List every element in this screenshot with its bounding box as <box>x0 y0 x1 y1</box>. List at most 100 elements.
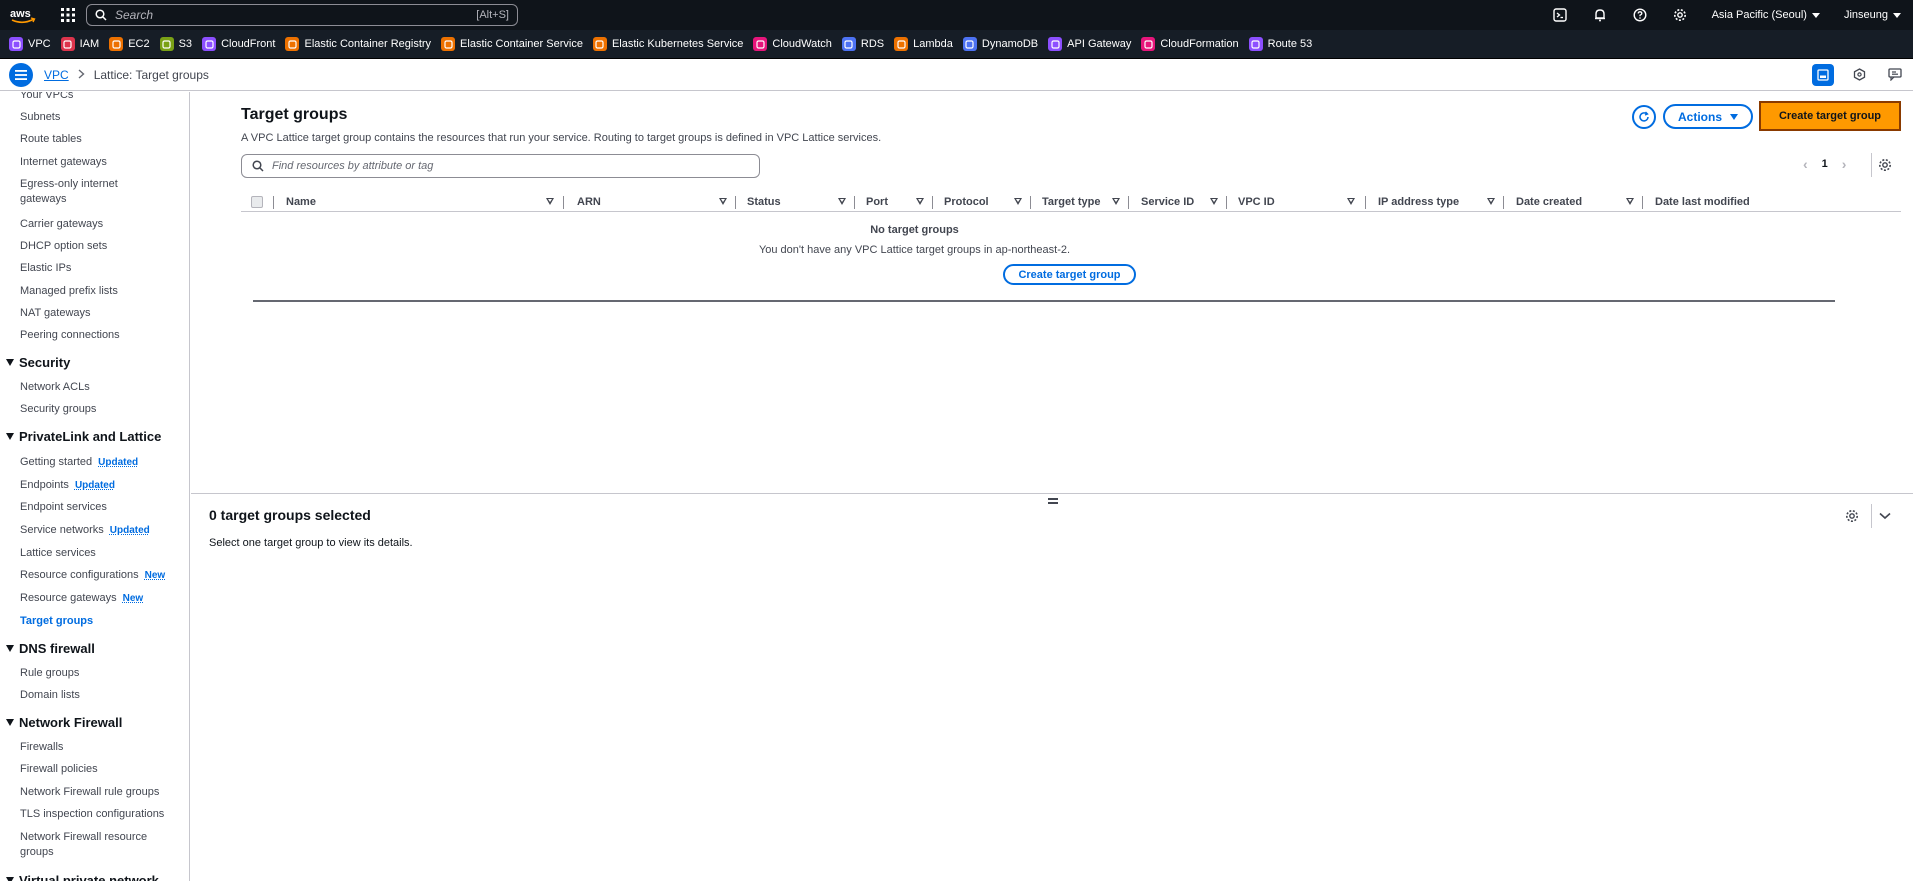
sort-icon[interactable] <box>546 198 554 205</box>
nav-item-route-tables[interactable]: Route tables <box>20 132 82 147</box>
nav-item-getting-started[interactable]: Getting started Updated <box>20 455 138 470</box>
column-header-port[interactable]: Port <box>866 192 888 212</box>
nav-item-nat-gateways[interactable]: NAT gateways <box>20 306 91 321</box>
column-header-target-type[interactable]: Target type <box>1042 192 1100 212</box>
region-selector[interactable]: Asia Pacific (Seoul) <box>1700 9 1832 21</box>
nav-item-target-groups[interactable]: Target groups <box>20 614 93 629</box>
account-menu[interactable]: Jinseung <box>1832 9 1913 21</box>
column-resizer[interactable] <box>1030 196 1031 209</box>
column-resizer[interactable] <box>932 196 933 209</box>
column-resizer[interactable] <box>1128 196 1129 209</box>
nav-section-dns-firewall[interactable]: DNS firewall <box>6 641 95 656</box>
table-preferences-gear-icon[interactable] <box>1871 153 1897 177</box>
sort-icon[interactable] <box>1112 198 1120 205</box>
split-panel-resize-handle[interactable] <box>1048 498 1058 504</box>
aws-logo[interactable]: aws <box>0 0 46 30</box>
empty-create-target-group-button[interactable]: Create target group <box>1003 264 1136 285</box>
search-input[interactable] <box>115 8 469 22</box>
sort-icon[interactable] <box>1014 198 1022 205</box>
nav-item-egress-only-internet-gateways[interactable]: Egress-only internet gateways <box>20 177 160 207</box>
sort-icon[interactable] <box>1626 198 1634 205</box>
favorite-cloudfront[interactable]: CloudFront <box>202 37 281 51</box>
nav-item-subnets[interactable]: Subnets <box>20 110 60 125</box>
nav-item-resource-configurations[interactable]: Resource configurations New <box>20 568 165 583</box>
favorite-elastic-container-registry[interactable]: Elastic Container Registry <box>285 37 437 51</box>
column-header-vpc-id[interactable]: VPC ID <box>1238 192 1275 212</box>
column-header-arn[interactable]: ARN <box>577 192 601 212</box>
favorite-dynamodb[interactable]: DynamoDB <box>962 37 1044 51</box>
favorite-elastic-container-service[interactable]: Elastic Container Service <box>441 37 589 51</box>
nav-section-virtual-private-network[interactable]: Virtual private network <box>6 873 159 881</box>
split-panel-toggle[interactable] <box>1805 59 1841 91</box>
breadcrumb-vpc-link[interactable]: VPC <box>44 68 69 82</box>
nav-section-security[interactable]: Security <box>6 355 70 370</box>
nav-item-network-acls[interactable]: Network ACLs <box>20 380 90 395</box>
nav-item-your-vpcs[interactable]: Your VPCs <box>20 92 73 103</box>
column-resizer[interactable] <box>1642 196 1643 209</box>
nav-item-domain-lists[interactable]: Domain lists <box>20 688 80 703</box>
cloudshell-icon[interactable] <box>1540 0 1580 30</box>
sort-icon[interactable] <box>1210 198 1218 205</box>
column-header-name[interactable]: Name <box>286 192 316 212</box>
column-header-date-created[interactable]: Date created <box>1516 192 1582 212</box>
nav-item-elastic-ips[interactable]: Elastic IPs <box>20 261 71 276</box>
nav-section-network-firewall[interactable]: Network Firewall <box>6 715 122 730</box>
favorite-lambda[interactable]: Lambda <box>894 37 959 51</box>
sort-icon[interactable] <box>719 198 727 205</box>
nav-item-endpoints[interactable]: Endpoints Updated <box>20 478 115 493</box>
global-search[interactable]: [Alt+S] <box>86 4 518 26</box>
nav-item-dhcp-option-sets[interactable]: DHCP option sets <box>20 239 107 254</box>
refresh-button[interactable] <box>1632 105 1656 129</box>
nav-item-firewalls[interactable]: Firewalls <box>20 740 63 755</box>
sort-icon[interactable] <box>916 198 924 205</box>
column-header-service-id[interactable]: Service ID <box>1141 192 1194 212</box>
actions-dropdown-button[interactable]: Actions <box>1663 104 1753 129</box>
column-resizer[interactable] <box>1503 196 1504 209</box>
column-header-status[interactable]: Status <box>747 192 781 212</box>
favorite-ec2[interactable]: EC2 <box>109 37 155 51</box>
nav-item-security-groups[interactable]: Security groups <box>20 402 96 417</box>
assistant-icon[interactable] <box>1877 59 1913 91</box>
favorite-cloudformation[interactable]: CloudFormation <box>1141 37 1244 51</box>
nav-item-lattice-services[interactable]: Lattice services <box>20 546 96 561</box>
help-icon[interactable] <box>1620 0 1660 30</box>
favorite-elastic-kubernetes-service[interactable]: Elastic Kubernetes Service <box>592 37 749 51</box>
column-resizer[interactable] <box>563 196 564 209</box>
page-number[interactable]: 1 <box>1822 158 1828 170</box>
nav-item-carrier-gateways[interactable]: Carrier gateways <box>20 217 103 232</box>
chevron-left-icon[interactable]: ‹ <box>1803 156 1808 172</box>
favorite-iam[interactable]: IAM <box>60 37 106 51</box>
split-panel-settings-gear-icon[interactable] <box>1839 504 1865 528</box>
nav-item-tls-inspection-configurations[interactable]: TLS inspection configurations <box>20 807 164 822</box>
nav-item-firewall-policies[interactable]: Firewall policies <box>20 762 98 777</box>
resource-filter[interactable] <box>241 154 760 178</box>
nav-item-rule-groups[interactable]: Rule groups <box>20 666 79 681</box>
favorite-route-53[interactable]: Route 53 <box>1248 37 1319 51</box>
favorite-vpc[interactable]: VPC <box>9 37 57 51</box>
nav-item-network-firewall-resource-groups[interactable]: Network Firewall resource groups <box>20 830 160 860</box>
column-resizer[interactable] <box>1226 196 1227 209</box>
security-hexagon-icon[interactable] <box>1841 59 1877 91</box>
nav-item-resource-gateways[interactable]: Resource gateways New <box>20 591 143 606</box>
favorite-rds[interactable]: RDS <box>841 37 890 51</box>
notifications-bell-icon[interactable] <box>1580 0 1620 30</box>
settings-gear-icon[interactable] <box>1660 0 1700 30</box>
chevron-right-icon[interactable]: › <box>1842 156 1847 172</box>
nav-item-internet-gateways[interactable]: Internet gateways <box>20 155 107 170</box>
nav-section-privatelink[interactable]: PrivateLink and Lattice <box>6 429 161 444</box>
services-menu-icon[interactable] <box>56 3 80 27</box>
nav-item-endpoint-services[interactable]: Endpoint services <box>20 500 107 515</box>
column-header-protocol[interactable]: Protocol <box>944 192 989 212</box>
column-resizer[interactable] <box>854 196 855 209</box>
select-all-checkbox[interactable] <box>251 196 263 208</box>
column-header-ip-address-type[interactable]: IP address type <box>1378 192 1459 212</box>
column-resizer[interactable] <box>1365 196 1366 209</box>
hamburger-menu-icon[interactable] <box>9 62 33 87</box>
nav-item-peering-connections[interactable]: Peering connections <box>20 328 120 343</box>
nav-item-network-firewall-rule-groups[interactable]: Network Firewall rule groups <box>20 785 159 800</box>
favorite-s3[interactable]: S3 <box>159 37 198 51</box>
collapse-chevron-down-icon[interactable] <box>1871 504 1897 528</box>
nav-item-managed-prefix-lists[interactable]: Managed prefix lists <box>20 284 118 299</box>
create-target-group-button[interactable]: Create target group <box>1761 103 1899 129</box>
column-header-date-last-modified[interactable]: Date last modified <box>1655 192 1750 212</box>
